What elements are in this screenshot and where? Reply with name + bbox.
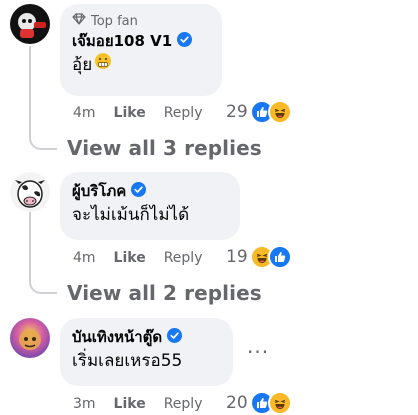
reply-button[interactable]: Reply [164, 250, 203, 266]
reaction-summary[interactable]: 20 [226, 391, 292, 415]
avatar[interactable] [10, 4, 50, 44]
reaction-summary[interactable]: 19 [226, 245, 292, 269]
comment-text: อุ้ย [72, 55, 93, 75]
thread-line [29, 46, 31, 130]
comment-author[interactable]: เจ๊มอย108 V1 [72, 29, 172, 53]
diamond-icon [72, 13, 86, 29]
verified-badge-icon [177, 31, 193, 51]
reply-button[interactable]: Reply [164, 396, 203, 412]
comment-timestamp[interactable]: 4m [73, 250, 96, 266]
comment-bubble: บันเทิงหน้าตู๊ด เริ่มเลยเหรอ55 [60, 318, 233, 386]
reaction-summary[interactable]: 29 [226, 100, 292, 124]
comment-actions: 4m Like Reply [73, 248, 202, 268]
comment-bubble: ผู้บริโภค จะไม่เม้นก็ไม่ได้ [60, 172, 240, 240]
reaction-count: 29 [226, 102, 248, 122]
comment-actions: 4m Like Reply [73, 103, 202, 123]
verified-badge-icon [131, 181, 147, 201]
thread-connector [29, 274, 57, 294]
comment-bubble: Top fan เจ๊มอย108 V1 อุ้ย [60, 4, 222, 96]
reaction-count: 20 [226, 393, 248, 413]
view-replies-link[interactable]: View all 3 replies [67, 136, 262, 160]
comment-author[interactable]: ผู้บริโภค [72, 179, 126, 203]
like-icon [267, 245, 292, 269]
thread-connector [29, 130, 57, 150]
like-button[interactable]: Like [114, 105, 146, 121]
verified-badge-icon [167, 327, 183, 347]
comment-text: จะไม่เม้นก็ไม่ได้ [72, 205, 190, 225]
comment-text: เริ่มเลยเหรอ55 [72, 351, 183, 371]
comment-timestamp[interactable]: 4m [73, 105, 96, 121]
reaction-count: 19 [226, 247, 248, 267]
like-button[interactable]: Like [114, 250, 146, 266]
comment-timestamp[interactable]: 3m [73, 396, 96, 412]
top-fan-badge: Top fan [72, 12, 210, 30]
like-button[interactable]: Like [114, 396, 146, 412]
view-replies-link[interactable]: View all 2 replies [67, 281, 262, 305]
thread-line [29, 212, 31, 274]
avatar[interactable] [10, 318, 50, 358]
badge-label: Top fan [91, 13, 138, 29]
haha-icon [267, 391, 292, 415]
more-options-icon[interactable]: ··· [247, 340, 269, 364]
comment-author[interactable]: บันเทิงหน้าตู๊ด [72, 325, 162, 349]
haha-icon [267, 100, 292, 124]
reply-button[interactable]: Reply [164, 105, 203, 121]
comment-actions: 3m Like Reply [73, 394, 202, 414]
grimace-emoji-icon [94, 52, 112, 78]
avatar[interactable] [10, 172, 50, 212]
